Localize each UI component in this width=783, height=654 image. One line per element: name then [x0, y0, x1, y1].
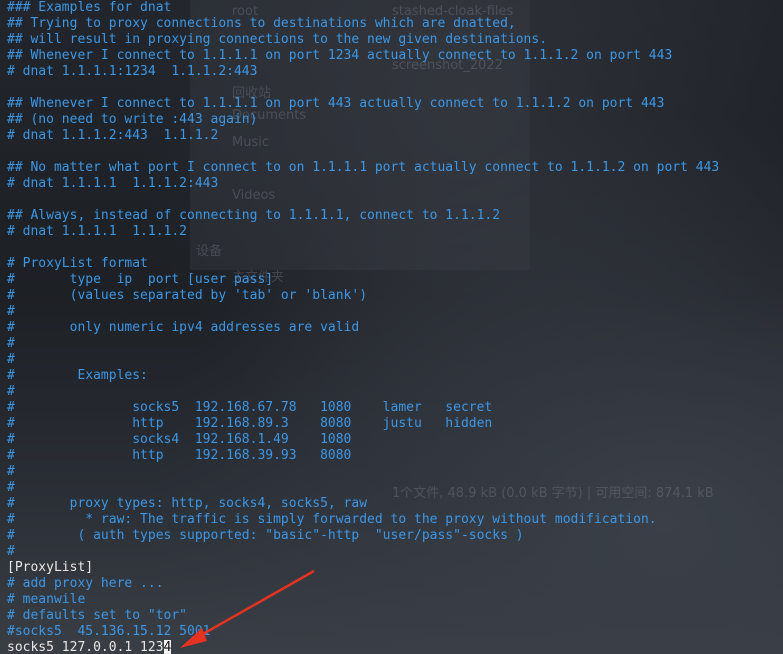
comment-line[interactable]: # defaults set to "tor"	[7, 608, 783, 624]
comment-line[interactable]: # socks5 192.168.67.78 1080 lamer secret	[7, 400, 783, 416]
comment-line[interactable]: # proxy types: http, socks4, socks5, raw	[7, 496, 783, 512]
comment-line[interactable]	[7, 240, 783, 256]
comment-line[interactable]	[7, 144, 783, 160]
comment-line[interactable]: ## Trying to proxy connections to destin…	[7, 16, 783, 32]
comment-line[interactable]: #socks5 45.136.15.12 5001	[7, 624, 783, 640]
text-cursor: 4	[163, 640, 172, 654]
comment-line[interactable]: # ( auth types supported: "basic"-http "…	[7, 528, 783, 544]
comment-line[interactable]: ## (no need to write :443 again)	[7, 112, 783, 128]
comment-line[interactable]: ## Always, instead of connecting to 1.1.…	[7, 208, 783, 224]
comment-line[interactable]: #	[7, 352, 783, 368]
current-line-text: socks5 127.0.0.1 123	[7, 640, 164, 654]
comment-line[interactable]: # * raw: The traffic is simply forwarded…	[7, 512, 783, 528]
comment-line[interactable]: ## Whenever I connect to 1.1.1.1 on port…	[7, 96, 783, 112]
editor-content[interactable]: ### Examples for dnat ## Trying to proxy …	[7, 0, 783, 640]
comment-line[interactable]: ### Examples for dnat	[7, 0, 783, 16]
comment-line[interactable]: # meanwile	[7, 592, 783, 608]
comment-line[interactable]: #	[7, 464, 783, 480]
config-line[interactable]: [ProxyList]	[7, 560, 783, 576]
terminal-window[interactable]: ### Examples for dnat ## Trying to proxy …	[0, 0, 783, 654]
comment-line[interactable]: ## Whenever I connect to 1.1.1.1 on port…	[7, 48, 783, 64]
comment-line[interactable]: #	[7, 304, 783, 320]
comment-line[interactable]: ## No matter what port I connect to on 1…	[7, 160, 783, 176]
comment-line[interactable]: #	[7, 480, 783, 496]
comment-line[interactable]: # add proxy here ...	[7, 576, 783, 592]
comment-line[interactable]: #	[7, 384, 783, 400]
comment-line[interactable]: # Examples:	[7, 368, 783, 384]
comment-line[interactable]: # only numeric ipv4 addresses are valid	[7, 320, 783, 336]
comment-line[interactable]: # type ip port [user pass]	[7, 272, 783, 288]
comment-line[interactable]: # http 192.168.39.93 8080	[7, 448, 783, 464]
comment-line[interactable]: #	[7, 544, 783, 560]
comment-line[interactable]: # dnat 1.1.1.2:443 1.1.1.2	[7, 128, 783, 144]
comment-line[interactable]	[7, 192, 783, 208]
comment-line[interactable]: # dnat 1.1.1.1 1.1.1.2	[7, 224, 783, 240]
comment-line[interactable]: # (values separated by 'tab' or 'blank')	[7, 288, 783, 304]
comment-line[interactable]: #	[7, 336, 783, 352]
comment-line[interactable]: # socks4 192.168.1.49 1080	[7, 432, 783, 448]
comment-line[interactable]	[7, 80, 783, 96]
comment-line[interactable]: # dnat 1.1.1.1 1.1.1.2:443	[7, 176, 783, 192]
comment-line[interactable]: # dnat 1.1.1.1:1234 1.1.1.2:443	[7, 64, 783, 80]
comment-line[interactable]: ## will result in proxying connections t…	[7, 32, 783, 48]
comment-line[interactable]: # http 192.168.89.3 8080 justu hidden	[7, 416, 783, 432]
comment-line[interactable]: # ProxyList format	[7, 256, 783, 272]
current-line[interactable]: socks5 127.0.0.1 1234	[7, 640, 783, 654]
